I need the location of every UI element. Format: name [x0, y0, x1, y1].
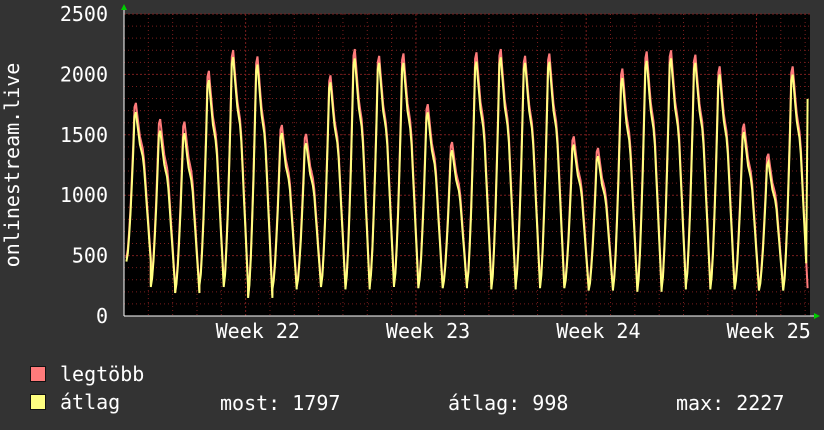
y-tick-label: 2500: [60, 2, 108, 26]
y-tick-label: 500: [72, 244, 108, 268]
legend-swatch-atlag: [30, 394, 46, 410]
legend-label-legtobb: legtöbb: [60, 362, 145, 386]
y-tick-label: 2000: [60, 62, 108, 86]
x-tick-label: Week 22: [216, 319, 300, 343]
y-tick-label: 0: [96, 304, 108, 328]
x-axis-arrow-icon: [814, 313, 820, 319]
x-tick-label: Week 25: [726, 319, 810, 343]
y-tick-label: 1500: [60, 123, 108, 147]
legend-swatch-legtobb: [30, 366, 46, 382]
stat-current: most: 1797: [220, 391, 341, 415]
stat-average: átlag: 998: [448, 391, 569, 415]
legend-item-atlag: átlag: [30, 390, 121, 414]
x-tick-label: Week 24: [556, 319, 640, 343]
legend-label-atlag: átlag: [60, 390, 121, 414]
plot-area: [124, 14, 810, 316]
legend-item-legtobb: legtöbb: [30, 362, 145, 386]
stat-max: max: 2227: [676, 391, 785, 415]
y-axis-label: onlinestream.live: [0, 63, 24, 268]
y-tick-label: 1000: [60, 183, 108, 207]
y-tick-labels: 0 500 1000 1500 2000 2500: [60, 2, 108, 328]
y-axis-arrow-icon: [121, 4, 127, 10]
x-tick-label: Week 23: [386, 319, 470, 343]
x-tick-labels: Week 22 Week 23 Week 24 Week 25: [216, 319, 811, 343]
